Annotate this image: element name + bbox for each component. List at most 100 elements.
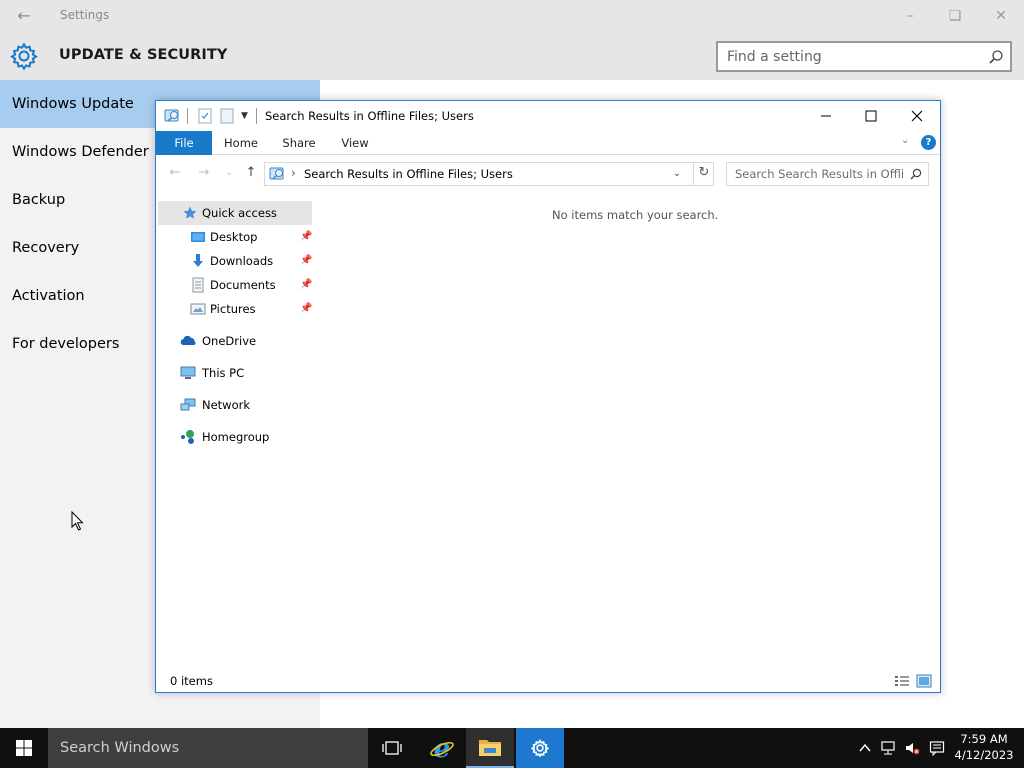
task-view-button[interactable] [368, 728, 416, 768]
qat-dropdown-icon[interactable]: ▼ [241, 108, 251, 124]
network-tray-icon[interactable] [880, 740, 896, 756]
volume-muted-icon[interactable] [904, 740, 920, 756]
forward-arrow-icon[interactable]: → [195, 164, 213, 182]
gear-icon [531, 739, 549, 757]
expand-ribbon-icon[interactable]: ⌄ [901, 135, 909, 146]
nav-label: Pictures [210, 302, 256, 316]
nav-desktop[interactable]: Desktop 📌 [158, 225, 312, 249]
clock-date: 4/12/2023 [954, 748, 1014, 762]
star-icon [183, 206, 197, 219]
documents-icon [192, 277, 204, 293]
chevron-right-icon: › [291, 166, 296, 180]
close-button[interactable] [894, 101, 940, 131]
close-icon [911, 110, 923, 122]
action-center-icon[interactable] [929, 740, 945, 756]
ribbon-tabs: File Home Share View ⌄ ? [156, 131, 940, 155]
tab-home[interactable]: Home [218, 131, 264, 155]
desktop-folder-icon [191, 232, 205, 242]
taskbar-search-input[interactable] [48, 728, 348, 768]
nav-label: Network [202, 398, 251, 412]
nav-label: This PC [202, 366, 245, 380]
nav-label: Documents [210, 278, 276, 292]
large-icons-view-icon[interactable] [916, 674, 932, 688]
new-folder-icon[interactable] [219, 108, 235, 124]
file-explorer-button[interactable] [466, 728, 514, 768]
search-icon [910, 168, 922, 180]
settings-window-title: Settings [60, 8, 110, 22]
nav-label: Desktop [210, 230, 258, 244]
minimize-button[interactable]: – [898, 4, 922, 28]
gear-icon [10, 42, 38, 70]
computer-icon [180, 366, 196, 379]
address-text: Search Results in Offline Files; Users [304, 167, 513, 181]
restore-button[interactable]: ❏ [943, 4, 967, 28]
qat-separator [256, 108, 257, 124]
search-folder-icon [164, 109, 179, 122]
internet-explorer-icon: e [430, 735, 454, 761]
maximize-button[interactable] [848, 101, 894, 131]
folder-icon [479, 740, 501, 756]
close-button[interactable]: ✕ [989, 4, 1013, 28]
status-bar: 0 items [156, 671, 940, 693]
download-arrow-icon [193, 254, 203, 267]
start-button[interactable] [0, 728, 48, 768]
settings-header: UPDATE & SECURITY [0, 32, 1024, 80]
tab-file[interactable]: File [156, 131, 212, 155]
nav-homegroup[interactable]: Homegroup [158, 425, 312, 449]
nav-documents[interactable]: Documents 📌 [158, 273, 312, 297]
pin-icon[interactable]: 📌 [300, 303, 312, 315]
network-icon [180, 398, 196, 411]
back-arrow-icon[interactable]: ← [14, 6, 34, 26]
pictures-icon [190, 303, 206, 315]
explorer-window-title: Search Results in Offline Files; Users [265, 109, 474, 123]
back-arrow-icon[interactable]: ← [166, 164, 184, 182]
help-icon[interactable]: ? [921, 135, 936, 150]
nav-pictures[interactable]: Pictures 📌 [158, 297, 312, 321]
minimize-icon [821, 115, 831, 117]
up-arrow-icon[interactable]: ↑ [242, 164, 260, 182]
properties-icon[interactable] [197, 108, 213, 124]
maximize-icon [865, 110, 877, 122]
details-view-icon[interactable] [894, 674, 910, 688]
pin-icon[interactable]: 📌 [300, 231, 312, 243]
nav-downloads[interactable]: Downloads 📌 [158, 249, 312, 273]
nav-label: OneDrive [202, 334, 257, 348]
nav-this-pc[interactable]: This PC [158, 361, 312, 385]
chevron-up-icon[interactable] [857, 740, 873, 756]
nav-onedrive[interactable]: OneDrive [158, 329, 312, 353]
nav-label: Homegroup [202, 430, 270, 444]
address-row: ← → ⌄ ↑ › Search Results in Offline File… [156, 155, 940, 191]
tab-share[interactable]: Share [276, 131, 322, 155]
clock-time: 7:59 AM [960, 732, 1008, 746]
find-setting-input[interactable] [718, 43, 973, 70]
nav-quick-access[interactable]: Quick access [158, 201, 312, 225]
refresh-button[interactable]: ↻ [693, 162, 714, 186]
mouse-cursor-icon [71, 511, 84, 531]
taskbar-search-box[interactable] [48, 728, 368, 768]
taskbar: e 7:59 AM 4/12/2023 [0, 728, 1024, 768]
minimize-button[interactable] [803, 101, 849, 131]
pin-icon[interactable]: 📌 [300, 279, 312, 291]
nav-label: Downloads [210, 254, 274, 268]
settings-titlebar: ← Settings – ❏ ✕ [0, 0, 1024, 32]
nav-network[interactable]: Network [158, 393, 312, 417]
homegroup-icon [181, 430, 194, 444]
nav-label: Quick access [202, 206, 277, 220]
search-icon [989, 50, 1003, 64]
onedrive-cloud-icon [180, 335, 196, 345]
explorer-titlebar: ▼ Search Results in Offline Files; Users [156, 101, 940, 131]
page-title: UPDATE & SECURITY [59, 47, 228, 63]
tab-view[interactable]: View [332, 131, 378, 155]
find-setting-box[interactable] [716, 41, 1012, 72]
pin-icon[interactable]: 📌 [300, 255, 312, 267]
empty-results-message: No items match your search. [552, 208, 719, 222]
chevron-down-icon[interactable]: ⌄ [665, 163, 689, 185]
taskbar-clock[interactable]: 7:59 AM 4/12/2023 [952, 731, 1016, 763]
recent-locations-icon[interactable]: ⌄ [220, 164, 238, 182]
explorer-search-box[interactable] [726, 162, 929, 186]
address-bar[interactable]: › Search Results in Offline Files; Users… [264, 162, 714, 186]
settings-app-button[interactable] [516, 728, 564, 768]
internet-explorer-button[interactable]: e [418, 728, 466, 768]
explorer-search-input[interactable] [727, 163, 903, 185]
file-explorer-window: ▼ Search Results in Offline Files; Users… [155, 100, 941, 693]
